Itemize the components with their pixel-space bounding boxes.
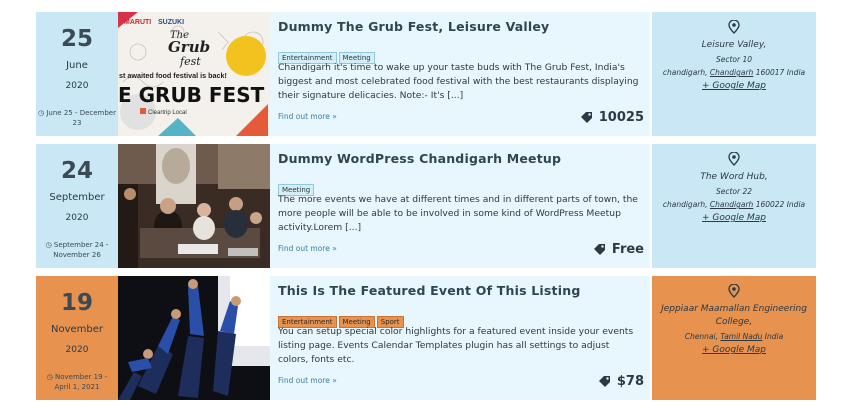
venue-address: Chennai, Tamil Nadu India [656, 331, 812, 343]
event-title[interactable]: Dummy WordPress Chandigarh Meetup [278, 151, 561, 166]
price-value: $78 [616, 374, 644, 389]
venue-address: chandigarh, Chandigarh 160017 India [656, 67, 812, 79]
event-description: You can setup special color highlights f… [278, 326, 634, 365]
event-card: 25 June 2020 ◷ June 25 - December 23 MAR… [36, 12, 816, 136]
google-map-link[interactable]: + Google Map [652, 81, 816, 91]
venue-zip: 160017 [755, 68, 785, 77]
google-map-link[interactable]: + Google Map [652, 213, 816, 223]
event-title[interactable]: This Is The Featured Event Of This Listi… [278, 283, 580, 298]
ticket-icon [580, 112, 592, 123]
event-image[interactable] [118, 276, 270, 400]
brand2-text: SUZUKI [158, 19, 184, 26]
venue-region: Chandigarh [709, 200, 754, 209]
map-pin-icon [728, 152, 740, 166]
venue-name: Jeppiaar Maamallan Engineering College, [661, 304, 807, 327]
venue-country: India [786, 200, 806, 209]
clock-icon: ◷ [46, 373, 53, 381]
event-date: 25 June 2020 ◷ June 25 - December 23 [36, 12, 118, 136]
ticket-icon [593, 244, 605, 255]
venue-region: Tamil Nadu [720, 332, 763, 341]
event-day: 19 [60, 290, 93, 316]
event-month: September [49, 192, 105, 203]
price-value: Free [611, 242, 644, 257]
event-details: Dummy The Grub Fest, Leisure Valley Ente… [270, 12, 650, 136]
venue-city: Chennai, [684, 332, 719, 341]
big-title-text: E GRUB FEST [118, 83, 265, 107]
find-out-more-link[interactable]: Find out more » [278, 112, 337, 121]
event-image[interactable] [118, 144, 270, 268]
brand-text: MARUTI [124, 19, 151, 26]
event-price: 10025 [580, 110, 644, 125]
event-year: 2020 [65, 81, 89, 91]
find-out-more-link[interactable]: Find out more » [278, 244, 337, 253]
find-out-more-link[interactable]: Find out more » [278, 376, 337, 385]
event-venue: Leisure Valley, Sector 10 chandigarh, Ch… [652, 12, 816, 136]
event-year: 2020 [65, 345, 89, 355]
event-card: 24 September 2020 ◷ September 24 - Novem… [36, 144, 816, 268]
venue-city: chandigarh, [662, 68, 708, 77]
clock-icon: ◷ [45, 241, 52, 249]
logo-text: Grub [168, 38, 210, 56]
venue-name: Leisure Valley, [701, 40, 767, 50]
event-day: 24 [60, 158, 93, 184]
venue-street: Sector 10 [715, 55, 753, 64]
event-details: Dummy WordPress Chandigarh Meetup Meetin… [270, 144, 650, 268]
event-year: 2020 [65, 213, 89, 223]
event-description: Chandigarh it's time to wake up your tas… [278, 62, 639, 101]
event-price: Free [593, 242, 644, 257]
event-month: June [66, 60, 88, 71]
logo-text: fest [179, 55, 201, 68]
partner-text: Cleartrip Local [148, 110, 187, 116]
venue-address: chandigarh, Chandigarh 160022 India [656, 199, 812, 211]
event-venue: The Word Hub, Sector 22 chandigarh, Chan… [652, 144, 816, 268]
venue-city: chandigarh, [662, 200, 708, 209]
clock-icon: ◷ [38, 109, 45, 117]
event-day: 25 [60, 26, 93, 52]
event-date-range: ◷ November 19 - April 1, 2021 [38, 372, 116, 392]
map-pin-icon [728, 284, 740, 298]
event-venue: Jeppiaar Maamallan Engineering College, … [652, 276, 816, 400]
event-date-range: ◷ June 25 - December 23 [38, 108, 116, 128]
venue-region: Chandigarh [709, 68, 754, 77]
venue-country: India [786, 68, 806, 77]
featured-event-card: 19 November 2020 ◷ November 19 - April 1… [36, 276, 816, 400]
event-title[interactable]: Dummy The Grub Fest, Leisure Valley [278, 19, 549, 34]
venue-name: The Word Hub, [700, 172, 768, 182]
event-price: $78 [598, 374, 644, 389]
google-map-link[interactable]: + Google Map [652, 345, 816, 355]
event-month: November [50, 324, 104, 335]
event-range-text: September 24 - November 26 [53, 241, 109, 259]
event-details: This Is The Featured Event Of This Listi… [270, 276, 650, 400]
venue-street: Sector 22 [715, 187, 753, 196]
price-value: 10025 [598, 110, 644, 125]
event-image[interactable]: MARUTI SUZUKI The Grub fest st awaited f… [118, 12, 270, 136]
event-date-range: ◷ September 24 - November 26 [38, 240, 116, 260]
venue-zip: 160022 [755, 200, 785, 209]
event-range-text: June 25 - December 23 [46, 109, 116, 127]
map-pin-icon [728, 20, 740, 34]
tagline-text: st awaited food festival is back! [119, 71, 227, 80]
ticket-icon [598, 376, 610, 387]
venue-country: India [764, 332, 784, 341]
event-date: 19 November 2020 ◷ November 19 - April 1… [36, 276, 118, 400]
event-range-text: November 19 - April 1, 2021 [54, 373, 108, 391]
event-date: 24 September 2020 ◷ September 24 - Novem… [36, 144, 118, 268]
event-description: The more events we have at different tim… [278, 194, 638, 233]
